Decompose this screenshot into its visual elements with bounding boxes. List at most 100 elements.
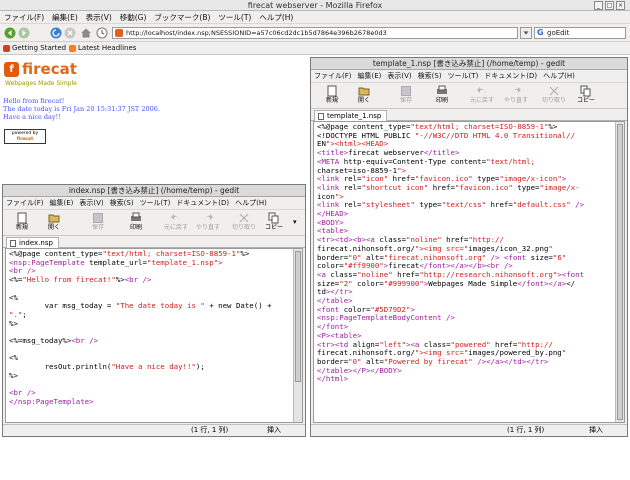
minimize-icon[interactable]: _ <box>594 1 603 10</box>
gedit-menubar: ファイル(F) 編集(E) 表示(V) 検索(S) ツール(T) ドキュメント(D) ヘルプ… <box>3 197 305 210</box>
undo-icon <box>171 214 180 221</box>
scrollbar-thumb[interactable] <box>617 124 623 420</box>
new-button[interactable]: 新規 <box>7 211 37 235</box>
menu-tools[interactable]: ツール(T) <box>445 70 482 82</box>
code-content[interactable]: <%@page content_type="text/html; charset… <box>9 249 291 407</box>
date-text: The date today is Fri Jan 20 15:31:37 JS… <box>3 105 160 113</box>
logo-tagline[interactable]: Webpages Made Simple <box>5 80 77 87</box>
redo-button[interactable]: やり直す <box>193 211 223 235</box>
code-line: </nsp:PageTemplate> <box>9 396 94 406</box>
home-icon[interactable] <box>80 27 92 39</box>
open-button[interactable]: 開く <box>39 211 69 235</box>
address-bar[interactable]: http://localhost/index.nsp;NSESSIONID=a5… <box>112 27 518 39</box>
code-line: td></tr> <box>317 287 353 297</box>
gedit-titlebar[interactable]: template_1.nsp [書き込み禁止] (/home/temp) - g… <box>311 58 627 70</box>
menu-help[interactable]: ヘルプ(H) <box>540 70 578 82</box>
menu-help[interactable]: ヘルプ(H) <box>255 11 297 24</box>
nice-day-text: Have a nice day!! <box>3 113 61 121</box>
menu-view[interactable]: 表示(V) <box>82 11 116 24</box>
toolbar-overflow-icon[interactable]: ▾ <box>293 218 297 226</box>
menu-search[interactable]: 検索(S) <box>107 197 137 209</box>
save-button[interactable]: 保存 <box>391 84 421 108</box>
code-line: %> <box>9 318 18 328</box>
menu-edit[interactable]: 編集(E) <box>48 11 82 24</box>
menu-bookmarks[interactable]: ブックマーク(B) <box>150 11 214 24</box>
gedit-titlebar[interactable]: index.nsp [書き込み禁止] (/home/temp) - gedit <box>3 185 305 197</box>
editor-text-area[interactable]: <%@page content_type="text/html; charset… <box>313 121 625 423</box>
copy-button[interactable]: コピー <box>259 211 289 235</box>
tab-index-nsp[interactable]: index.nsp <box>6 237 59 248</box>
redo-button[interactable]: やり直す <box>501 84 531 108</box>
search-box[interactable]: G goEdit <box>534 27 626 39</box>
undo-icon <box>477 87 486 94</box>
close-icon[interactable]: × <box>616 1 625 10</box>
firefox-menubar: ファイル(F) 編集(E) 表示(V) 移動(G) ブックマーク(B) ツール(T) ヘルプ… <box>0 11 630 24</box>
go-dropdown-icon[interactable] <box>520 27 532 39</box>
hello-text: Hello from firecat! <box>3 97 65 105</box>
stop-icon[interactable] <box>64 27 76 39</box>
code-line: %> <box>9 370 18 380</box>
menu-file[interactable]: ファイル(F) <box>3 197 47 209</box>
firecat-logo[interactable]: f firecat Webpages Made Simple <box>4 60 99 90</box>
scissors-icon <box>239 213 249 223</box>
vertical-scrollbar[interactable] <box>293 249 302 422</box>
history-clock-icon[interactable] <box>96 27 108 39</box>
menu-edit[interactable]: 編集(E) <box>355 70 385 82</box>
save-button[interactable]: 保存 <box>83 211 113 235</box>
code-line: <link rel="stylesheet" type="text/css" h… <box>317 200 585 210</box>
menu-file[interactable]: ファイル(F) <box>311 70 355 82</box>
insert-mode: 挿入 <box>589 426 603 434</box>
open-folder-icon <box>48 214 60 223</box>
undo-button[interactable]: 元に戻す <box>467 84 497 108</box>
bookmark-latest-headlines[interactable]: Latest Headlines <box>69 42 136 55</box>
menu-documents[interactable]: ドキュメント(D) <box>173 197 232 209</box>
menu-view[interactable]: 表示(V) <box>384 70 414 82</box>
menu-go[interactable]: 移動(G) <box>116 11 151 24</box>
undo-button[interactable]: 元に戻す <box>161 211 191 235</box>
bookmark-getting-started[interactable]: Getting Started <box>3 42 66 55</box>
firefox-titlebar[interactable]: firecat webserver - Mozilla Firefox _ □ … <box>0 0 630 11</box>
getting-started-icon <box>3 45 10 52</box>
reload-icon[interactable] <box>50 27 62 39</box>
rss-icon <box>69 45 76 52</box>
forward-icon[interactable] <box>18 27 30 39</box>
site-favicon-icon <box>115 29 123 37</box>
open-folder-icon <box>358 87 370 96</box>
back-icon[interactable] <box>4 27 16 39</box>
editor-text-area[interactable]: <%@page content_type="text/html; charset… <box>5 248 303 423</box>
menu-tools[interactable]: ツール(T) <box>214 11 255 24</box>
gedit-statusbar: (1 行, 1 列) 挿入 <box>3 424 305 436</box>
maximize-icon[interactable]: □ <box>605 1 614 10</box>
code-content[interactable]: <%@page content_type="text/html; charset… <box>317 122 613 384</box>
new-document-icon <box>327 85 337 97</box>
navigation-toolbar: http://localhost/index.nsp;NSESSIONID=a5… <box>0 24 630 42</box>
copy-button[interactable]: コピー <box>571 84 601 108</box>
print-button[interactable]: 印刷 <box>427 84 457 108</box>
menu-file[interactable]: ファイル(F) <box>0 11 48 24</box>
gedit-toolbar: 新規 開く 保存 印刷 元に戻す やり直す 切り取り コピー ▾ <box>3 210 305 236</box>
menu-tools[interactable]: ツール(T) <box>137 197 174 209</box>
menu-search[interactable]: 検索(S) <box>415 70 445 82</box>
gedit-toolbar: 新規 開く 保存 印刷 元に戻す やり直す 切り取り コピー <box>311 83 627 109</box>
cut-button[interactable]: 切り取り <box>539 84 569 108</box>
vertical-scrollbar[interactable] <box>615 122 624 422</box>
search-engine-icon[interactable]: G <box>537 28 544 38</box>
powered-by-badge[interactable]: powered by firecat <box>4 129 46 144</box>
code-line: var msg_today = "The date today is " + n… <box>9 301 272 311</box>
menu-edit[interactable]: 編集(E) <box>47 197 77 209</box>
firefox-title: firecat webserver - Mozilla Firefox <box>247 1 383 10</box>
scrollbar-thumb[interactable] <box>295 251 301 382</box>
menu-view[interactable]: 表示(V) <box>76 197 106 209</box>
menu-help[interactable]: ヘルプ(H) <box>232 197 270 209</box>
code-line: <BODY> <box>317 217 344 227</box>
print-button[interactable]: 印刷 <box>121 211 151 235</box>
document-icon <box>10 240 16 247</box>
tab-template-nsp[interactable]: template_1.nsp <box>314 110 388 121</box>
open-button[interactable]: 開く <box>349 84 379 108</box>
menu-documents[interactable]: ドキュメント(D) <box>481 70 540 82</box>
search-text: goEdit <box>547 29 570 37</box>
gedit-menubar: ファイル(F) 編集(E) 表示(V) 検索(S) ツール(T) ドキュメント(D) ヘルプ… <box>311 70 627 83</box>
cut-button[interactable]: 切り取り <box>229 211 259 235</box>
new-button[interactable]: 新規 <box>317 84 347 108</box>
